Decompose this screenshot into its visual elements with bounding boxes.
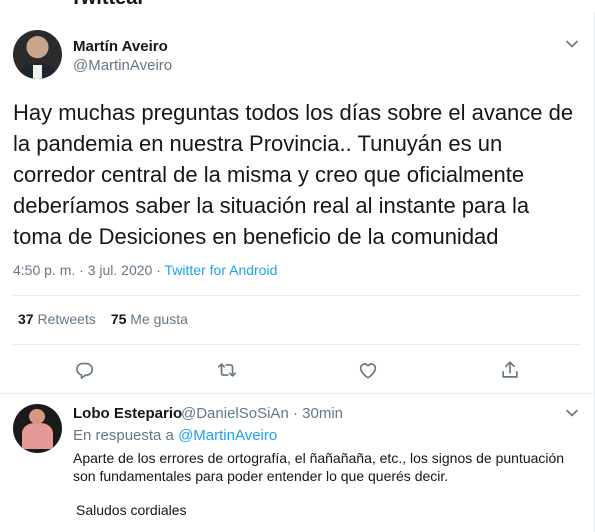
avatar-head: [29, 409, 45, 424]
reply-text: Aparte de los errores de ortografía, el …: [73, 449, 583, 519]
likes-count: 75: [110, 311, 127, 327]
divider: [13, 344, 581, 345]
reply-time[interactable]: 30min: [302, 405, 343, 422]
reply-context-mention[interactable]: @MartinAveiro: [178, 427, 277, 444]
retweets-label: Retweets: [37, 311, 96, 327]
retweets-count: 37: [18, 311, 34, 327]
reply-author-meta: @DanielSoSiAn · 30min: [181, 405, 343, 422]
reply-context-label: En respuesta a: [73, 427, 174, 444]
reply-paragraph: Saludos cordiales: [76, 502, 187, 518]
avatar-body: [22, 423, 53, 449]
chevron-down-icon[interactable]: [565, 37, 579, 51]
tweet-text: Hay muchas preguntas todos los días sobr…: [13, 100, 574, 249]
likes-label: Me gusta: [130, 311, 188, 327]
share-icon: [502, 361, 518, 378]
page-title: Twittear: [70, 0, 145, 10]
retweets-stat[interactable]: 37 Retweets: [18, 311, 96, 327]
divider: [0, 393, 594, 394]
tweet-stats: 37 Retweets 75 Me gusta: [18, 311, 188, 327]
author-handle[interactable]: @MartinAveiro: [73, 57, 172, 74]
reply-icon: [76, 362, 94, 379]
share-button[interactable]: [499, 359, 521, 381]
heart-icon: [359, 363, 377, 379]
retweet-icon: [217, 363, 237, 377]
tweet-meta: 4:50 p. m. · 3 jul. 2020 · Twitter for A…: [13, 262, 277, 278]
retweet-button[interactable]: [216, 359, 238, 381]
tweet-date[interactable]: 3 jul. 2020: [88, 262, 153, 278]
likes-stat[interactable]: 75 Me gusta: [111, 311, 188, 327]
author-name[interactable]: Martín Aveiro: [73, 38, 168, 55]
avatar[interactable]: [13, 30, 62, 79]
reply-author-name[interactable]: Lobo Estepario: [73, 405, 182, 422]
reply-context: En respuesta a @MartinAveiro: [73, 427, 277, 444]
chevron-down-icon[interactable]: [565, 406, 579, 420]
reply-avatar[interactable]: [13, 404, 62, 453]
tweet-source[interactable]: Twitter for Android: [165, 262, 278, 278]
reply-button[interactable]: [73, 359, 95, 381]
divider: [13, 295, 581, 296]
meta-separator: ·: [152, 262, 165, 278]
meta-separator: ·: [75, 262, 88, 278]
reply-author-handle[interactable]: @DanielSoSiAn: [181, 405, 289, 422]
like-button[interactable]: [357, 359, 379, 381]
tweet-time[interactable]: 4:50 p. m.: [13, 262, 75, 278]
avatar-shirt: [33, 65, 42, 79]
reply-paragraph: Aparte de los errores de ortografía, el …: [73, 450, 565, 484]
